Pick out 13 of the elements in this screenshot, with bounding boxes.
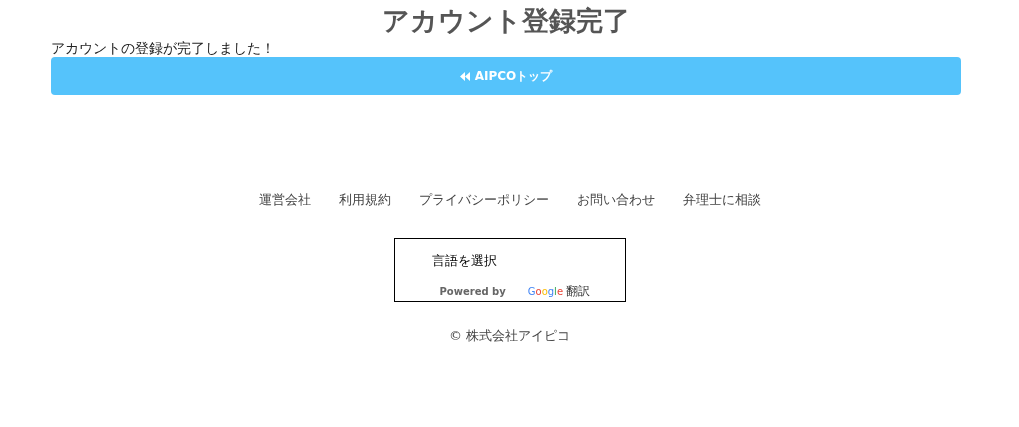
brand-logo: Google xyxy=(527,286,564,297)
success-message: アカウントの登録が完了しました！ xyxy=(51,39,275,57)
copyright: © 株式会社アイピコ xyxy=(447,327,572,345)
footer-link[interactable]: 利用規約 xyxy=(338,191,391,209)
footer-link[interactable]: 弁理士に相談 xyxy=(682,191,761,209)
language-select[interactable]: 言語を選択 xyxy=(431,253,497,270)
footer-link[interactable]: お問い合わせ xyxy=(576,191,655,209)
double-left-arrow-icon xyxy=(459,71,470,81)
translate-label: 翻訳 xyxy=(566,284,591,299)
powered-by-text: Powered by xyxy=(439,286,506,297)
page-title: アカウント登録完了 xyxy=(381,4,631,38)
footer-link[interactable]: プライバシーポリシー xyxy=(418,191,549,209)
footer-link[interactable]: 運営会社 xyxy=(258,191,311,209)
